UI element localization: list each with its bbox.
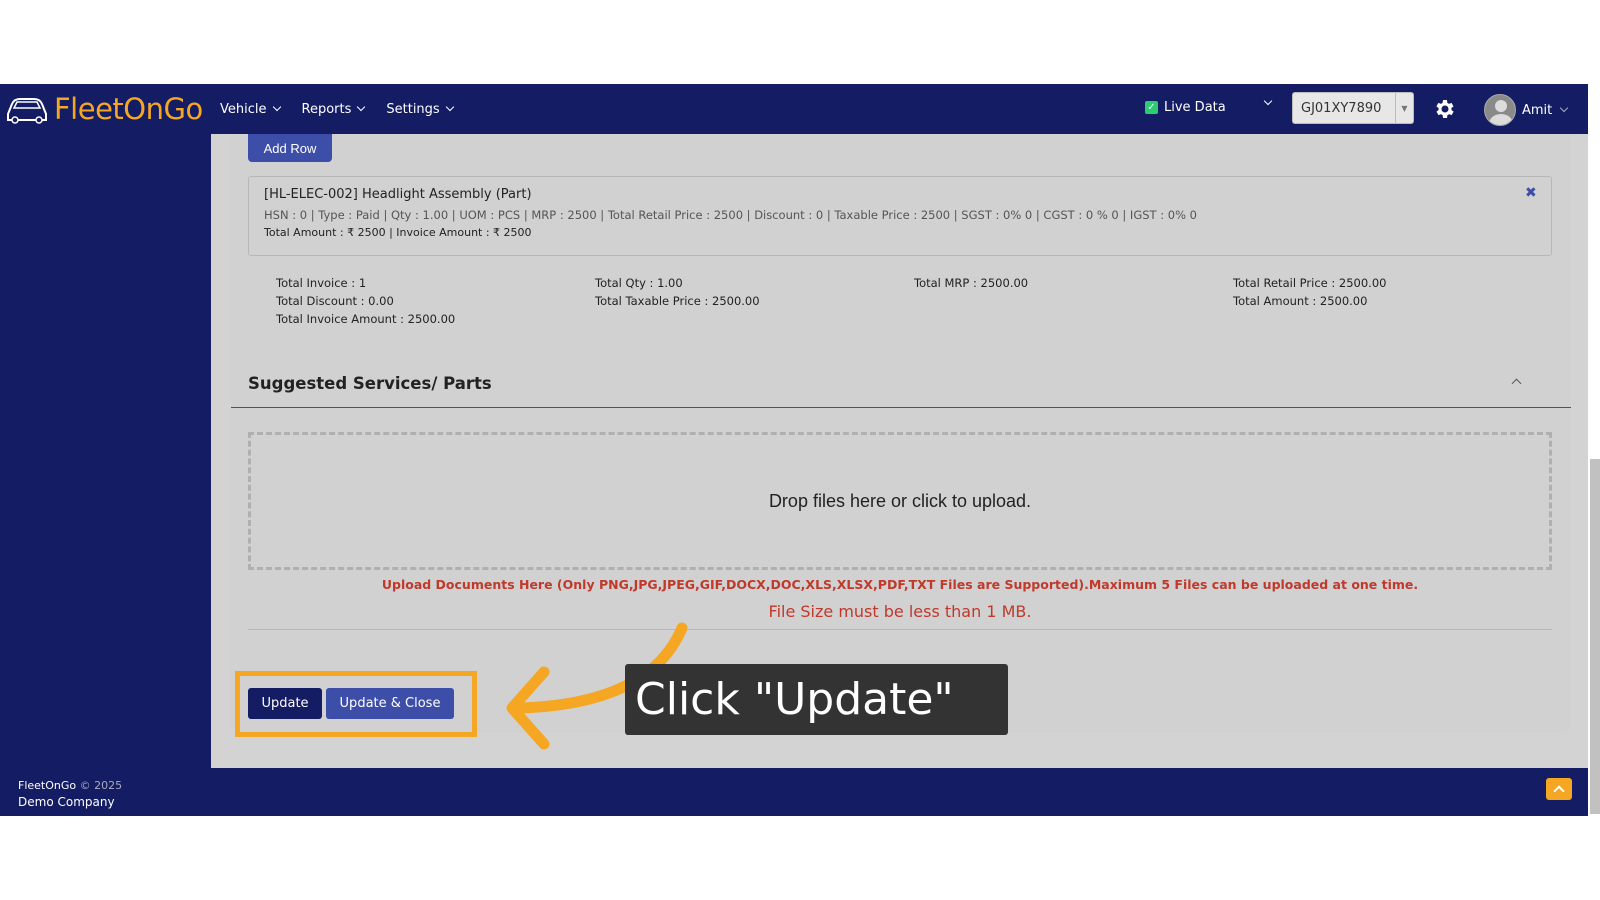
left-sidebar xyxy=(0,134,211,768)
total-discount: Total Discount : 0.00 xyxy=(276,294,394,308)
nav-vehicle-label: Vehicle xyxy=(220,101,267,117)
scroll-to-top-button[interactable] xyxy=(1546,778,1572,800)
footer: FleetOnGo © 2025 Demo Company xyxy=(0,768,1588,816)
part-amounts: Total Amount : ₹ 2500 | Invoice Amount :… xyxy=(264,226,532,239)
total-amount: Total Amount : 2500.00 xyxy=(1233,294,1368,308)
instruction-callout: Click "Update" xyxy=(625,664,1008,735)
total-invoice: Total Invoice : 1 xyxy=(276,276,367,290)
divider xyxy=(248,629,1552,630)
caret-down-icon[interactable]: ▼ xyxy=(1395,93,1413,123)
totals-column-1: Total Invoice : 1 Total Discount : 0.00 … xyxy=(276,274,455,328)
chevron-down-icon xyxy=(1560,103,1569,113)
scrollbar-thumb[interactable] xyxy=(1590,459,1600,814)
chevron-down-icon xyxy=(445,102,454,112)
part-line-item: [HL-ELEC-002] Headlight Assembly (Part) … xyxy=(248,176,1552,256)
total-invoice-amount: Total Invoice Amount : 2500.00 xyxy=(276,312,456,326)
user-name: Amit xyxy=(1522,102,1553,118)
file-size-note: File Size must be less than 1 MB. xyxy=(768,602,1032,621)
footer-brand: FleetOnGo xyxy=(18,779,77,792)
car-logo-icon xyxy=(7,98,47,124)
chevron-up-icon[interactable] xyxy=(1511,378,1522,389)
part-details: HSN : 0 | Type : Paid | Qty : 1.00 | UOM… xyxy=(264,208,1197,222)
chevron-down-icon xyxy=(272,102,281,112)
dropzone-text: Drop files here or click to upload. xyxy=(768,490,1032,511)
nav-reports[interactable]: Reports xyxy=(301,101,366,117)
total-qty: Total Qty : 1.00 xyxy=(595,276,683,290)
main-nav: Vehicle Reports Settings xyxy=(220,84,454,134)
total-mrp: Total MRP : 2500.00 xyxy=(914,276,1029,290)
footer-text: FleetOnGo © 2025 Demo Company xyxy=(18,778,122,810)
live-data-checkbox[interactable]: ✓ xyxy=(1145,101,1158,114)
add-row-button[interactable]: Add Row xyxy=(248,134,332,162)
nav-vehicle[interactable]: Vehicle xyxy=(220,101,281,117)
top-navbar: FleetOnGo Vehicle Reports Settings ✓ Liv… xyxy=(0,84,1588,134)
live-data-dropdown-chevron-icon[interactable] xyxy=(1263,96,1273,106)
vehicle-select[interactable]: GJ01XY7890 ▼ xyxy=(1292,92,1414,124)
highlight-box xyxy=(235,671,477,737)
section-title: Suggested Services/ Parts xyxy=(248,374,492,393)
footer-year: © 2025 xyxy=(79,779,123,792)
app-frame: FleetOnGo Vehicle Reports Settings ✓ Liv… xyxy=(0,84,1600,816)
nav-settings-label: Settings xyxy=(386,101,440,117)
chevron-up-icon xyxy=(1553,785,1565,797)
live-data-toggle[interactable]: ✓ Live Data xyxy=(1145,100,1226,115)
upload-note: Upload Documents Here (Only PNG,JPG,JPEG… xyxy=(381,577,1419,592)
part-title: [HL-ELEC-002] Headlight Assembly (Part) xyxy=(264,187,532,202)
chevron-down-icon xyxy=(357,102,366,112)
section-divider xyxy=(231,407,1571,408)
totals-column-3: Total MRP : 2500.00 xyxy=(914,274,1028,292)
totals-column-4: Total Retail Price : 2500.00 Total Amoun… xyxy=(1233,274,1386,310)
brand-name: FleetOnGo xyxy=(54,92,203,126)
vehicle-select-value: GJ01XY7890 xyxy=(1301,100,1382,116)
total-taxable-price: Total Taxable Price : 2500.00 xyxy=(595,294,760,308)
user-menu[interactable]: Amit xyxy=(1484,94,1569,126)
nav-settings[interactable]: Settings xyxy=(386,101,454,117)
avatar xyxy=(1484,94,1516,126)
close-icon[interactable]: ✖ xyxy=(1525,185,1537,201)
brand-logo[interactable]: FleetOnGo xyxy=(4,90,203,128)
gear-icon[interactable] xyxy=(1433,97,1457,121)
total-retail-price: Total Retail Price : 2500.00 xyxy=(1233,276,1387,290)
file-dropzone[interactable]: Drop files here or click to upload. xyxy=(248,432,1552,570)
live-data-label: Live Data xyxy=(1164,100,1226,115)
nav-reports-label: Reports xyxy=(301,101,352,117)
totals-column-2: Total Qty : 1.00 Total Taxable Price : 2… xyxy=(595,274,760,310)
footer-company: Demo Company xyxy=(18,795,115,809)
